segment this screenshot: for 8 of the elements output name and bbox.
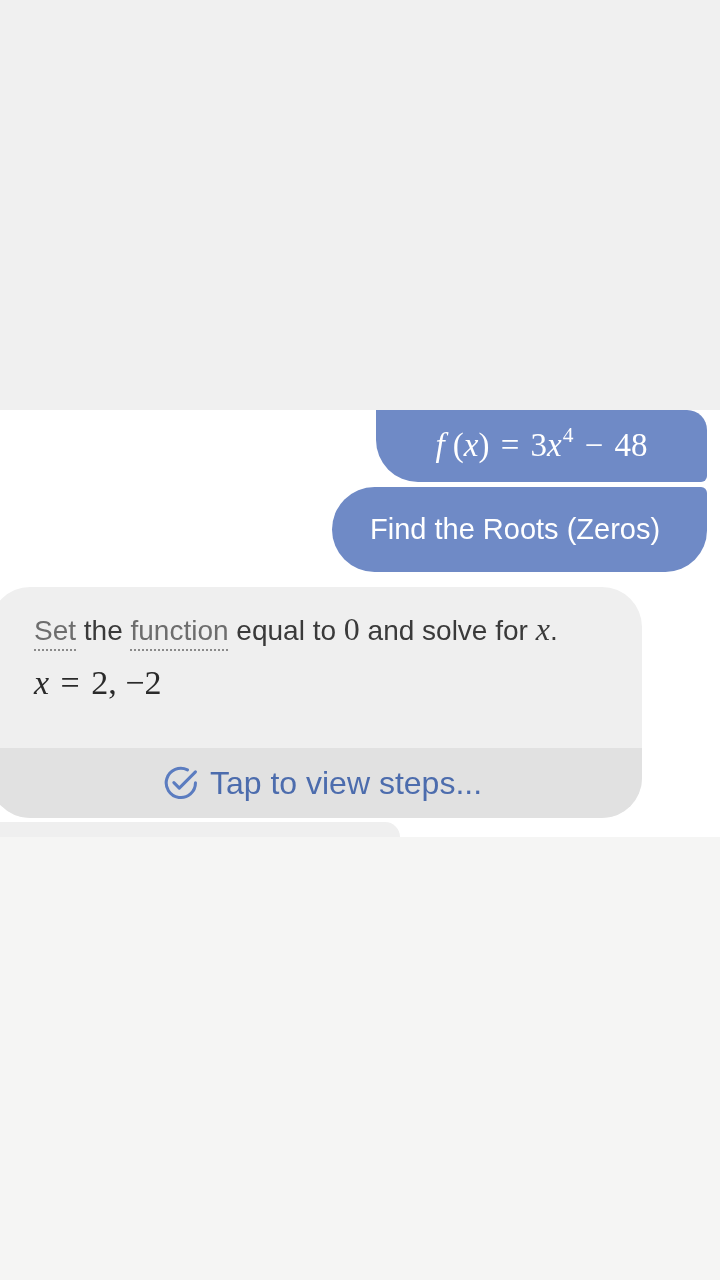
term-link[interactable]: function xyxy=(130,615,229,646)
result-text: x = 2, −2 xyxy=(34,663,162,703)
formula-bubble: f (x) = 3x$^{4}$ − 48 xyxy=(376,410,707,482)
explanation-text: Set the function equal to 0 and solve for x. xyxy=(34,610,558,649)
steps-button[interactable]: Tap to view steps... xyxy=(0,748,642,818)
check-circle-icon xyxy=(163,766,198,800)
term-link[interactable]: Set xyxy=(34,615,77,646)
message-bubble: Find the Roots (Zeros) xyxy=(332,487,707,572)
